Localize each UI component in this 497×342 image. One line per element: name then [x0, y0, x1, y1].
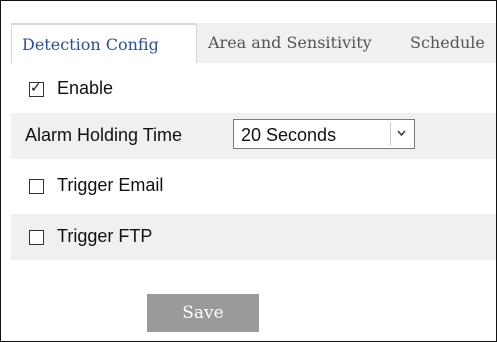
dropdown-arrow-button[interactable]: [390, 122, 412, 146]
detection-config-panel: Detection Config Area and Sensitivity Sc…: [0, 0, 497, 342]
alarm-holding-time-row: Alarm Holding Time 20 Seconds: [11, 113, 496, 159]
chevron-down-icon: [397, 130, 406, 137]
trigger-email-label: Trigger Email: [57, 175, 164, 195]
tab-schedule[interactable]: Schedule: [410, 23, 496, 63]
trigger-ftp-label: Trigger FTP: [57, 226, 153, 246]
enable-checkbox[interactable]: ✓: [29, 80, 44, 97]
save-button[interactable]: Save: [147, 294, 259, 332]
alarm-holding-time-select[interactable]: 20 Seconds: [233, 119, 415, 149]
trigger-email-checkbox[interactable]: [29, 179, 44, 194]
tab-bar: Detection Config Area and Sensitivity Sc…: [11, 23, 496, 63]
alarm-holding-time-value: 20 Seconds: [241, 125, 337, 145]
tab-area-and-sensitivity[interactable]: Area and Sensitivity: [208, 23, 398, 63]
checkmark-icon: ✓: [30, 80, 42, 96]
trigger-ftp-checkbox[interactable]: [29, 230, 44, 245]
alarm-holding-time-label: Alarm Holding Time: [25, 125, 183, 145]
trigger-ftp-row: Trigger FTP: [11, 214, 496, 260]
trigger-email-row: Trigger Email: [11, 166, 496, 206]
enable-label: Enable: [57, 78, 114, 98]
tab-detection-config[interactable]: Detection Config: [11, 23, 197, 63]
enable-row: ✓ Enable: [11, 69, 496, 109]
